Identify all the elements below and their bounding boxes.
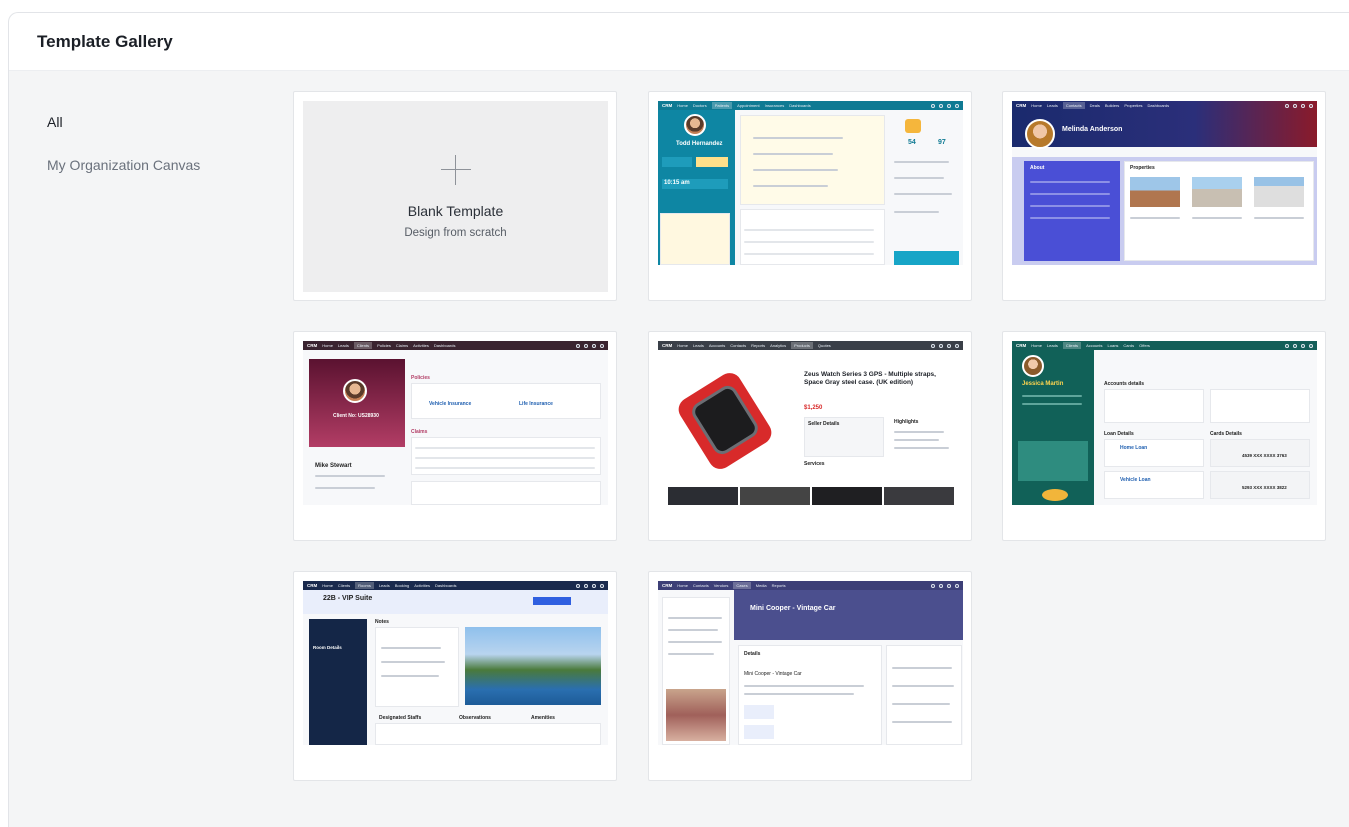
template-thumbnail: CRM Home Leads Accounts Contacts Reports Anal…	[658, 341, 963, 505]
header: Template Gallery	[9, 13, 1349, 71]
blank-template-subtitle: Design from scratch	[404, 226, 507, 239]
thumb-avatar	[1022, 355, 1044, 377]
template-gallery-window: Template Gallery All My Organization Can…	[8, 12, 1349, 827]
thumb-name: Todd Hernandez	[676, 141, 723, 147]
template-card-patient[interactable]: CRM Home Doctors Patients Appointment Insura…	[648, 91, 972, 301]
thumb-avatar	[1025, 119, 1055, 149]
template-thumbnail: CRM Home Leads Contacts Deals Builders Proper…	[1012, 101, 1317, 265]
thumb-navbar: CRM Home Doctors Patients Appointment Insura…	[658, 101, 963, 110]
hotel-image	[465, 627, 601, 705]
thumb-logo: CRM	[662, 103, 673, 108]
thumb-avatar	[684, 114, 706, 136]
template-thumbnail: CRM Home Leads Clients Accounts Loans Cards Of…	[1012, 341, 1317, 505]
template-thumbnail: CRM Home Contacts Vendors Cases Media Reports…	[658, 581, 963, 745]
template-thumbnail: CRM Home Leads Clients Policies Claims Activi…	[303, 341, 608, 505]
plus-icon	[440, 154, 471, 185]
heart-rate-icon	[905, 119, 921, 133]
template-card-banking[interactable]: CRM Home Leads Clients Accounts Loans Cards Of…	[1002, 331, 1326, 541]
thumb-time: 10:15 am	[664, 180, 690, 186]
car-image	[666, 689, 726, 741]
template-card-real-estate[interactable]: CRM Home Leads Contacts Deals Builders Proper…	[1002, 91, 1326, 301]
thumb-avatar	[343, 379, 367, 403]
template-card-vehicle[interactable]: CRM Home Contacts Vendors Cases Media Reports…	[648, 571, 972, 781]
blank-template-card[interactable]: Blank Template Design from scratch	[293, 91, 617, 301]
sidebar-item-my-organization-canvas[interactable]: My Organization Canvas	[9, 144, 250, 187]
product-title: Zeus Watch Series 3 GPS - Multiple strap…	[804, 371, 936, 386]
house-image	[1254, 177, 1304, 207]
template-thumbnail: CRM Home Doctors Patients Appointment Insura…	[658, 101, 963, 265]
page-title: Template Gallery	[37, 31, 173, 51]
sidebar-item-all[interactable]: All	[9, 101, 250, 144]
thumb-name: Jessica Martin	[1022, 381, 1064, 387]
template-card-hotel[interactable]: CRM Home Clients Rooms Leads Booking Activiti…	[293, 571, 617, 781]
sidebar: All My Organization Canvas	[9, 71, 250, 827]
template-card-product[interactable]: CRM Home Leads Accounts Contacts Reports Anal…	[648, 331, 972, 541]
blank-template-preview: Blank Template Design from scratch	[303, 101, 608, 292]
thumb-navbar: CRM Home Leads Contacts Deals Builders Proper…	[1016, 102, 1170, 109]
house-image	[1192, 177, 1242, 207]
blank-template-title: Blank Template	[407, 202, 504, 219]
template-thumbnail: CRM Home Clients Rooms Leads Booking Activiti…	[303, 581, 608, 745]
template-card-insurance[interactable]: CRM Home Leads Clients Policies Claims Activi…	[293, 331, 617, 541]
thumb-nav-icons	[931, 101, 959, 110]
template-grid: Blank Template Design from scratch CRM H…	[250, 71, 1349, 827]
thumb-name: Melinda Anderson	[1062, 126, 1123, 133]
house-image	[1130, 177, 1180, 207]
